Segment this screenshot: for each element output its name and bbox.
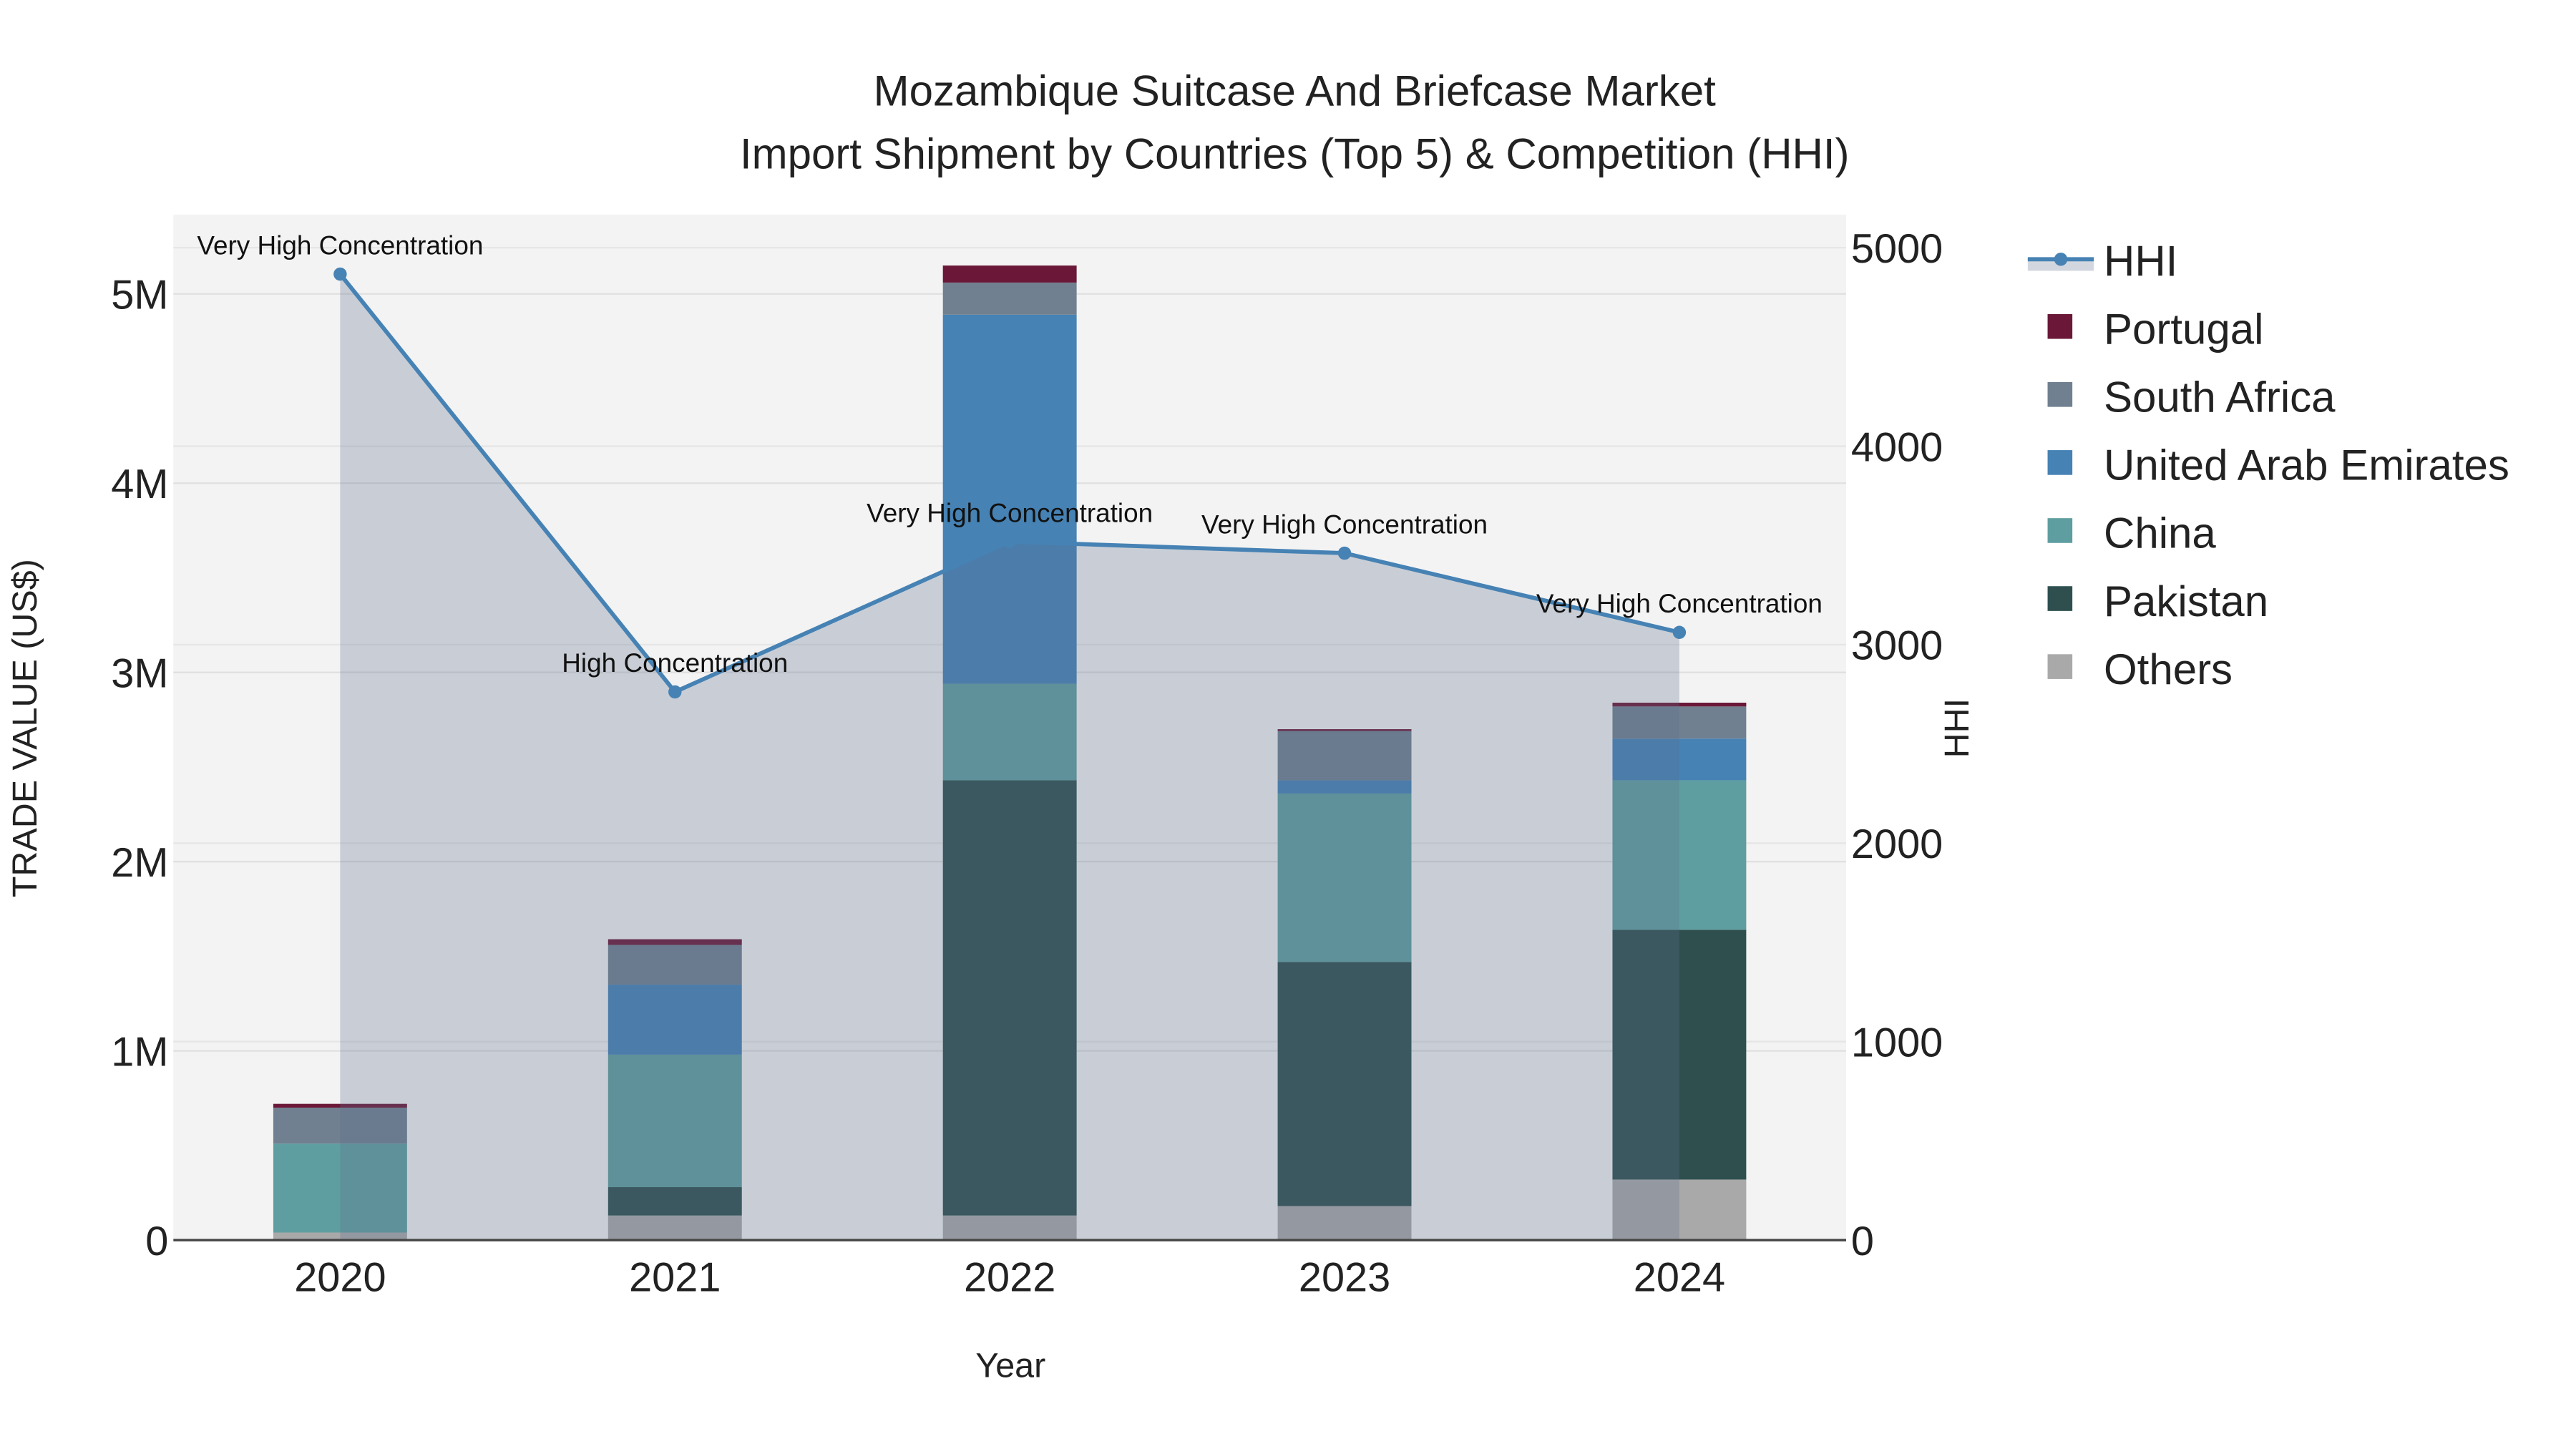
legend-label: HHI xyxy=(2104,237,2177,285)
hhi-point-2023 xyxy=(1337,546,1352,560)
y-tick-label: 2M xyxy=(111,840,168,886)
y-axis-title: TRADE VALUE (US$) xyxy=(6,559,44,897)
y-tick-label: 3M xyxy=(111,650,168,696)
hhi-annotation-2020: Very High Concentration xyxy=(197,230,483,260)
y-tick-label: 5M xyxy=(111,273,168,318)
chart-subtitle: Import Shipment by Countries (Top 5) & C… xyxy=(740,130,1850,177)
bar-south-africa-2022 xyxy=(942,282,1077,315)
y2-tick-label: 1000 xyxy=(1851,1020,1943,1065)
legend-swatch xyxy=(2047,586,2073,611)
hhi-annotation-2023: Very High Concentration xyxy=(1201,509,1488,539)
legend-label: Pakistan xyxy=(2104,577,2268,625)
y2-tick-label: 5000 xyxy=(1851,226,1943,272)
hhi-annotation-2021: High Concentration xyxy=(562,648,788,678)
x-tick-label: 2020 xyxy=(294,1255,386,1301)
x-tick-label: 2024 xyxy=(1634,1255,1725,1301)
y2-axis-title: HHI xyxy=(1938,698,1976,758)
legend-swatch xyxy=(2047,654,2073,679)
y-tick-label: 0 xyxy=(145,1219,168,1264)
hhi-point-2020 xyxy=(333,267,347,281)
y2-tick-label: 0 xyxy=(1851,1219,1874,1264)
hhi-point-2022 xyxy=(1002,535,1017,549)
y2-tick-label: 4000 xyxy=(1851,424,1943,470)
legend-label: Portugal xyxy=(2104,305,2263,353)
legend-hhi-marker xyxy=(2054,253,2068,266)
x-axis-title: Year xyxy=(975,1347,1045,1385)
legend-swatch xyxy=(2047,313,2073,339)
x-tick-label: 2023 xyxy=(1299,1255,1390,1301)
hhi-point-2024 xyxy=(1672,625,1687,639)
x-tick-label: 2021 xyxy=(629,1255,721,1301)
legend-swatch xyxy=(2047,518,2073,543)
legend-label: South Africa xyxy=(2104,374,2336,421)
chart: Mozambique Suitcase And Briefcase Market… xyxy=(0,0,2576,1449)
bar-portugal-2022 xyxy=(942,265,1077,283)
legend-label: United Arab Emirates xyxy=(2104,441,2509,489)
chart-title: Mozambique Suitcase And Briefcase Market xyxy=(874,67,1717,115)
legend-swatch xyxy=(2047,382,2073,407)
hhi-annotation-2022: Very High Concentration xyxy=(867,498,1153,527)
legend-item-united-arab-emirates[interactable]: United Arab Emirates xyxy=(2047,441,2509,489)
legend-label: China xyxy=(2104,509,2216,557)
y-tick-label: 4M xyxy=(111,462,168,507)
hhi-annotation-2024: Very High Concentration xyxy=(1536,589,1823,618)
hhi-point-2021 xyxy=(668,685,682,699)
legend-swatch xyxy=(2047,450,2073,475)
x-tick-label: 2022 xyxy=(964,1255,1055,1301)
y2-tick-label: 3000 xyxy=(1851,623,1943,669)
legend-label: Others xyxy=(2104,645,2233,693)
y-tick-label: 1M xyxy=(111,1029,168,1075)
y2-tick-label: 2000 xyxy=(1851,821,1943,867)
